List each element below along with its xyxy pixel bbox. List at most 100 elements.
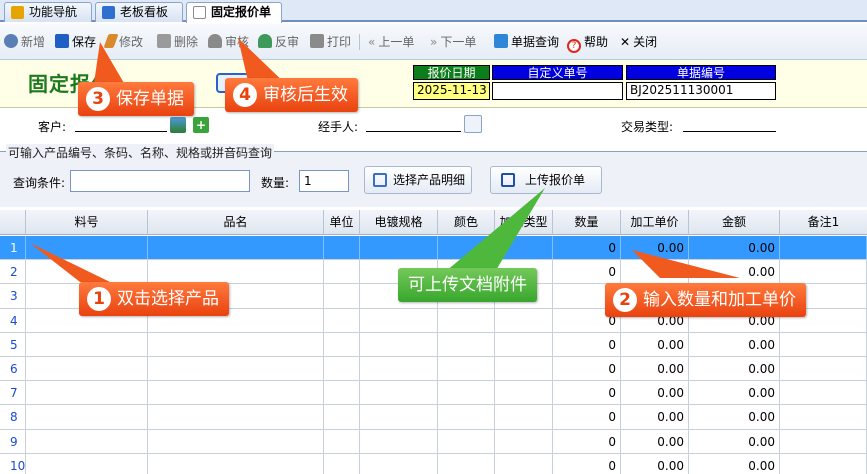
amount-cell[interactable]: 0.00 xyxy=(689,405,780,429)
unit-price-cell[interactable]: 0.00 xyxy=(621,332,689,356)
unit-price-cell[interactable]: 0.00 xyxy=(621,236,689,260)
plating-spec-cell[interactable] xyxy=(360,332,438,356)
add-customer-icon[interactable]: + xyxy=(193,117,209,133)
amount-cell[interactable]: 0.00 xyxy=(689,429,780,453)
remark1-cell[interactable] xyxy=(780,357,867,381)
unit-cell[interactable] xyxy=(324,260,360,284)
tab-function-nav[interactable]: 功能导航 xyxy=(4,2,92,22)
handler-field[interactable] xyxy=(366,118,461,132)
trade-type-field[interactable] xyxy=(683,118,776,132)
amount-cell[interactable]: 0.00 xyxy=(689,260,780,284)
qty-cell[interactable]: 0 xyxy=(553,405,621,429)
unapprove-button[interactable]: 反审 xyxy=(258,33,299,51)
remark1-cell[interactable] xyxy=(780,453,867,474)
prev-button[interactable]: «上一单 xyxy=(368,33,414,51)
col-process-type[interactable]: 加工类型 xyxy=(495,210,553,235)
remark1-cell[interactable] xyxy=(780,236,867,260)
color-cell[interactable] xyxy=(438,236,495,260)
col-unit[interactable]: 单位 xyxy=(324,210,360,235)
tab-boss-dashboard[interactable]: 老板看板 xyxy=(95,2,183,22)
unit-cell[interactable] xyxy=(324,284,360,308)
unit-cell[interactable] xyxy=(324,453,360,474)
process-type-cell[interactable] xyxy=(495,308,553,332)
part-no-cell[interactable] xyxy=(26,453,148,474)
next-button[interactable]: » 下一单 xyxy=(430,33,476,51)
unit-cell[interactable] xyxy=(324,405,360,429)
user-icon[interactable] xyxy=(464,115,482,133)
help-button[interactable]: ? 帮助 xyxy=(567,33,608,53)
product-name-cell[interactable] xyxy=(148,260,324,284)
unit-price-cell[interactable]: 0.00 xyxy=(621,405,689,429)
col-remark1[interactable]: 备注1 xyxy=(780,210,867,235)
edit-button[interactable]: 修改 xyxy=(103,33,143,51)
col-color[interactable]: 颜色 xyxy=(438,210,495,235)
col-product-name[interactable]: 品名 xyxy=(148,210,324,235)
qty-input[interactable] xyxy=(299,170,349,192)
qty-cell[interactable]: 0 xyxy=(553,381,621,405)
plating-spec-cell[interactable] xyxy=(360,429,438,453)
table-row[interactable]: 5 0 0.00 0.00 xyxy=(0,332,867,357)
process-type-cell[interactable] xyxy=(495,357,553,381)
qty-cell[interactable]: 0 xyxy=(553,429,621,453)
close-button[interactable]: ✕ 关闭 xyxy=(620,33,657,51)
save-button[interactable]: 保存 xyxy=(55,33,96,51)
product-name-cell[interactable] xyxy=(148,357,324,381)
plating-spec-cell[interactable] xyxy=(360,357,438,381)
process-type-cell[interactable] xyxy=(495,332,553,356)
amount-cell[interactable]: 0.00 xyxy=(689,236,780,260)
color-cell[interactable] xyxy=(438,357,495,381)
unit-price-cell[interactable]: 0.00 xyxy=(621,260,689,284)
remark1-cell[interactable] xyxy=(780,429,867,453)
date-field[interactable]: 2025-11-13 xyxy=(413,82,490,100)
select-product-detail-button[interactable]: 选择产品明细 xyxy=(364,166,472,194)
approve-button[interactable]: 审核 xyxy=(208,33,249,51)
part-no-cell[interactable] xyxy=(26,429,148,453)
part-no-cell[interactable] xyxy=(26,381,148,405)
tab-fixed-quote[interactable]: 固定报价单 xyxy=(186,2,282,23)
custom-no-field[interactable] xyxy=(492,82,623,100)
table-row[interactable]: 1 0 0.00 0.00 xyxy=(0,236,867,261)
table-row[interactable]: 7 0 0.00 0.00 xyxy=(0,381,867,406)
col-unit-price[interactable]: 加工单价 xyxy=(621,210,689,235)
part-no-cell[interactable] xyxy=(26,236,148,260)
query-button[interactable]: 单据查询 xyxy=(494,33,559,51)
remark1-cell[interactable] xyxy=(780,381,867,405)
remark1-cell[interactable] xyxy=(780,260,867,284)
remark1-cell[interactable] xyxy=(780,332,867,356)
part-no-cell[interactable] xyxy=(26,357,148,381)
product-name-cell[interactable] xyxy=(148,453,324,474)
table-row[interactable]: 8 0 0.00 0.00 xyxy=(0,405,867,430)
col-plating-spec[interactable]: 电镀规格 xyxy=(360,210,438,235)
table-row[interactable]: 6 0 0.00 0.00 xyxy=(0,357,867,382)
process-type-cell[interactable] xyxy=(495,381,553,405)
part-no-cell[interactable] xyxy=(26,405,148,429)
process-type-cell[interactable] xyxy=(495,429,553,453)
unit-cell[interactable] xyxy=(324,332,360,356)
process-type-cell[interactable] xyxy=(495,236,553,260)
product-name-cell[interactable] xyxy=(148,405,324,429)
table-row[interactable]: 10 0 0.00 0.00 xyxy=(0,453,867,474)
qty-cell[interactable]: 0 xyxy=(553,260,621,284)
unit-cell[interactable] xyxy=(324,236,360,260)
qty-cell[interactable]: 0 xyxy=(553,453,621,474)
upload-quote-button[interactable]: 上传报价单 xyxy=(490,166,602,194)
product-name-cell[interactable] xyxy=(148,236,324,260)
unit-price-cell[interactable]: 0.00 xyxy=(621,381,689,405)
unit-cell[interactable] xyxy=(324,308,360,332)
customer-field[interactable] xyxy=(75,118,167,132)
color-cell[interactable] xyxy=(438,381,495,405)
col-part-no[interactable]: 料号 xyxy=(26,210,148,235)
unit-cell[interactable] xyxy=(324,381,360,405)
table-row[interactable]: 9 0 0.00 0.00 xyxy=(0,429,867,454)
product-name-cell[interactable] xyxy=(148,381,324,405)
plating-spec-cell[interactable] xyxy=(360,236,438,260)
process-type-cell[interactable] xyxy=(495,405,553,429)
doc-no-field[interactable]: BJ202511130001 xyxy=(626,82,776,100)
new-button[interactable]: 新增 xyxy=(4,33,45,51)
unit-price-cell[interactable]: 0.00 xyxy=(621,453,689,474)
condition-input[interactable] xyxy=(70,170,250,192)
unit-cell[interactable] xyxy=(324,357,360,381)
process-type-cell[interactable] xyxy=(495,453,553,474)
amount-cell[interactable]: 0.00 xyxy=(689,381,780,405)
print-button[interactable]: 打印 xyxy=(310,33,351,51)
